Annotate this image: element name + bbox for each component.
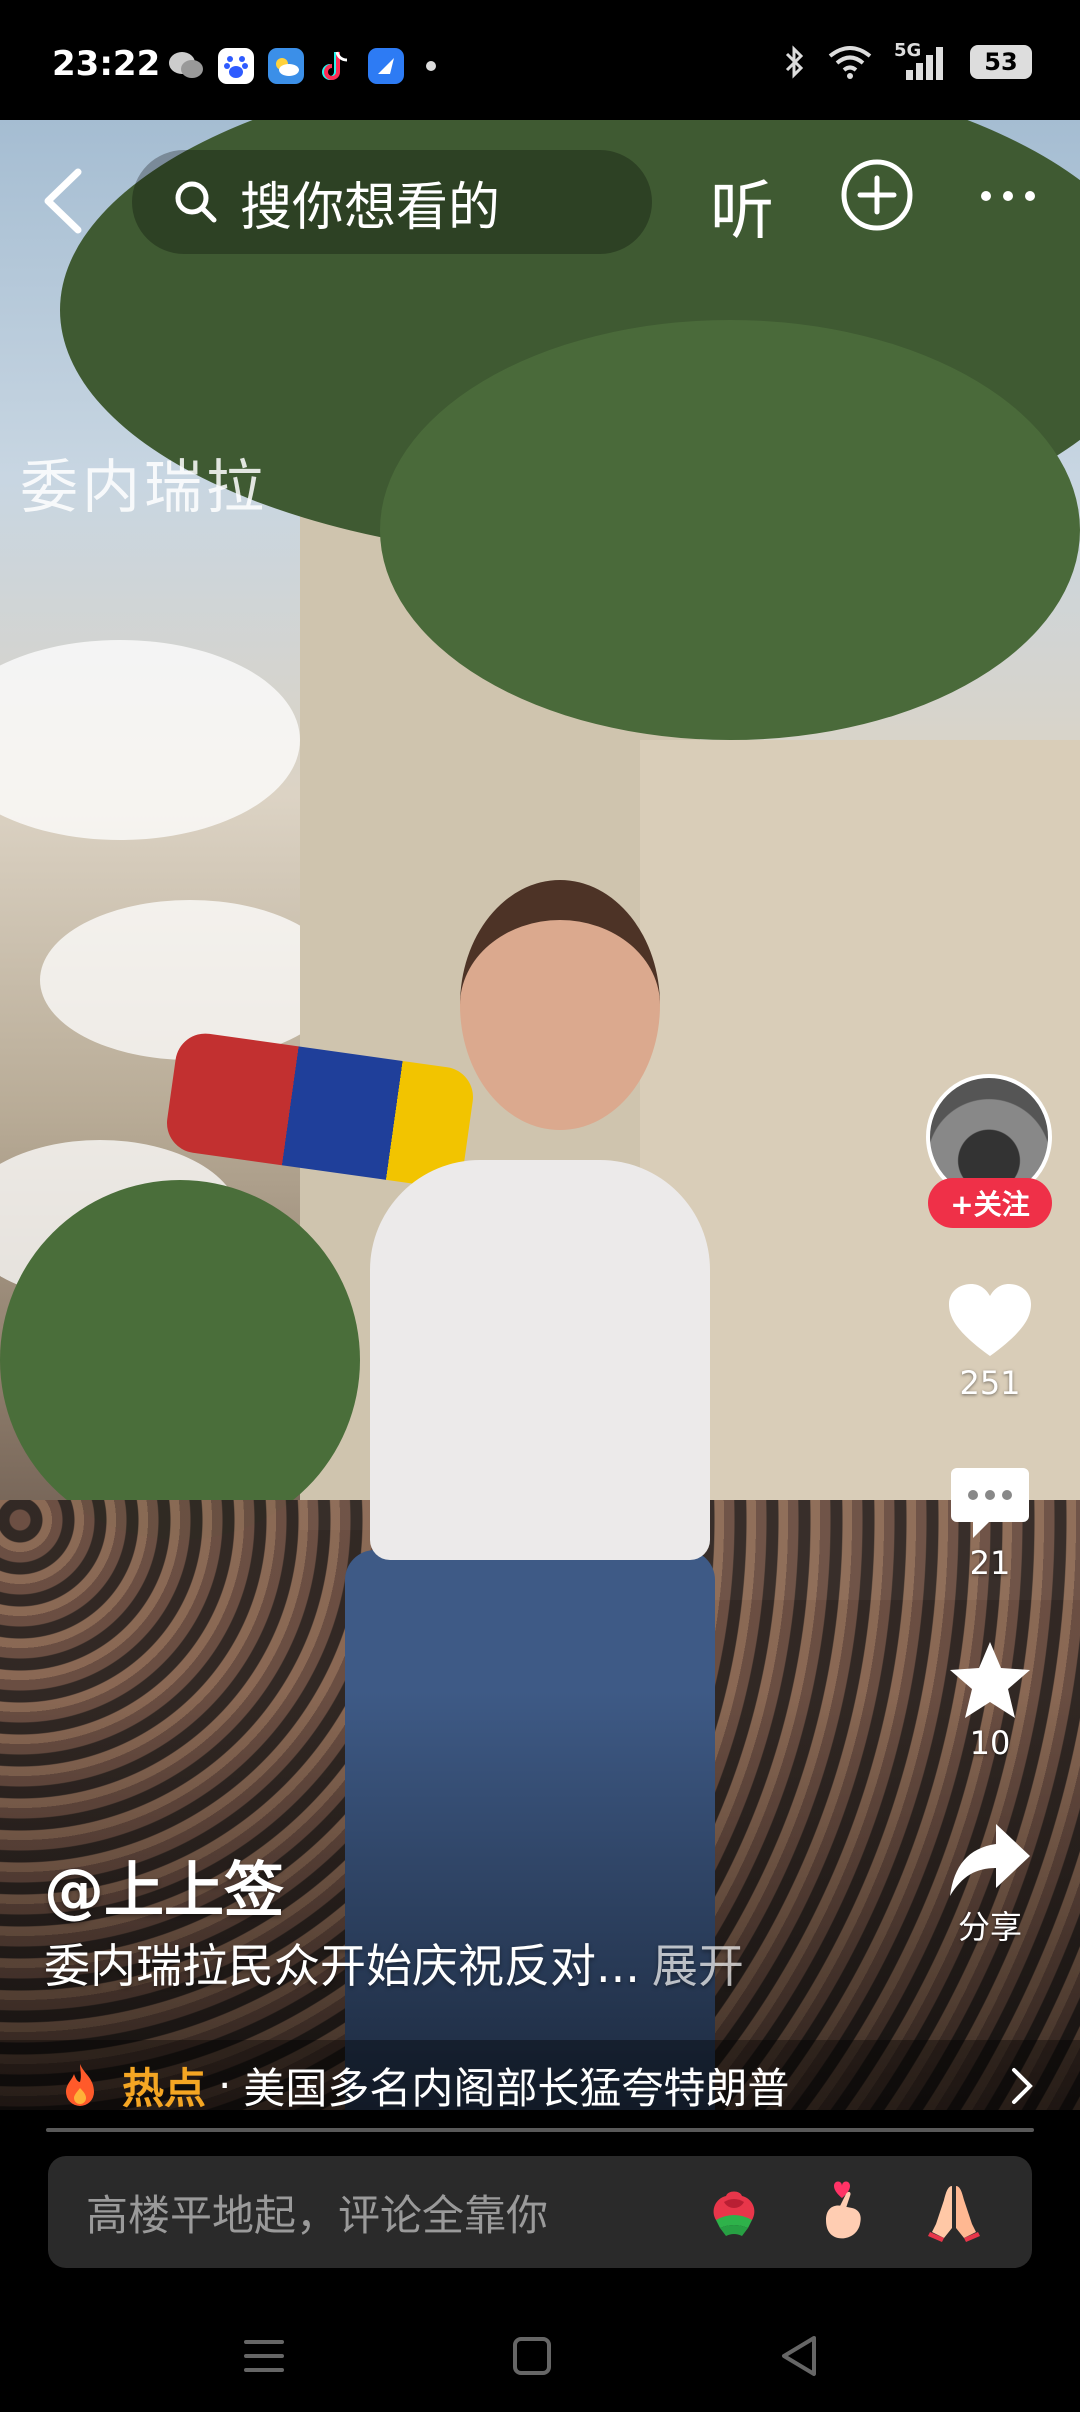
more-notifications-dot [426, 61, 436, 71]
hot-separator: · [218, 2060, 232, 2110]
status-bar: 23:22 5G 53 [0, 0, 1080, 120]
description-text: 委内瑞拉民众开始庆祝反对... [44, 1939, 640, 1993]
star-icon [950, 1642, 1030, 1718]
author-name[interactable]: @上上签 [44, 1842, 284, 1929]
heart-icon [949, 1284, 1031, 1356]
tree-foliage [380, 320, 1080, 740]
add-circle-icon[interactable] [840, 158, 914, 232]
cloud [40, 900, 340, 1060]
comment-button[interactable]: 21 [920, 1466, 1060, 1582]
search-icon [175, 181, 217, 223]
menu-icon[interactable] [234, 2326, 294, 2386]
post-description[interactable]: 委内瑞拉民众开始庆祝反对... 展开 [44, 1930, 744, 1996]
status-app-icons [168, 48, 436, 84]
hot-topic-bar[interactable]: 热点 · 美国多名内阁部长猛夸特朗普 [0, 2040, 1080, 2130]
follow-button[interactable]: +关注 [928, 1178, 1052, 1228]
tree-foliage [0, 1180, 360, 1540]
favorite-count: 10 [969, 1724, 1011, 1762]
finger-heart-emoji[interactable] [812, 2180, 876, 2244]
browser-icon [368, 48, 404, 84]
comment-icon [951, 1468, 1029, 1538]
share-label: 分享 [957, 1908, 1022, 1946]
comment-placeholder: 高楼平地起，评论全靠你 [86, 2190, 549, 2240]
bluetooth-icon [785, 45, 804, 79]
favorite-button[interactable]: 10 [920, 1640, 1060, 1762]
more-icon[interactable] [978, 186, 1038, 206]
tiktok-icon [318, 48, 354, 84]
wifi-icon [828, 46, 872, 79]
back-nav-icon[interactable] [770, 2326, 830, 2386]
back-icon[interactable] [34, 166, 94, 236]
video-watermark: 委内瑞拉 [20, 453, 269, 521]
status-time: 23:22 [52, 44, 161, 84]
signal-icon [906, 47, 943, 80]
chevron-right-icon [1012, 2068, 1033, 2104]
video-progress-bar[interactable] [46, 2128, 1034, 2132]
rose-emoji[interactable] [702, 2180, 766, 2244]
search-placeholder: 搜你想看的 [240, 177, 501, 238]
battery-level: 53 [984, 48, 1018, 76]
expand-link[interactable]: 展开 [652, 1939, 744, 1993]
battery-icon: 53 [970, 45, 1032, 79]
person-head [460, 880, 660, 1130]
comment-input[interactable]: 高楼平地起，评论全靠你 [48, 2156, 1032, 2268]
comment-area: 高楼平地起，评论全靠你 [0, 2136, 1080, 2292]
cloud [0, 640, 300, 840]
search-bar[interactable]: 搜你想看的 [132, 150, 652, 254]
signal-indicator: 5G [894, 40, 950, 80]
baidu-icon [218, 48, 254, 84]
fire-icon [66, 2064, 94, 2106]
listen-button[interactable]: 听 [710, 160, 774, 252]
like-button[interactable]: 251 [920, 1282, 1060, 1402]
video-player[interactable]: 委内瑞拉 [0, 120, 1080, 2110]
weather-icon [268, 48, 304, 84]
share-arrow-icon [950, 1824, 1030, 1896]
status-indicators: 5G 53 [784, 40, 1032, 80]
hot-label: 热点 [122, 2063, 207, 2113]
person-shirt [370, 1160, 710, 1560]
system-nav-bar [0, 2292, 1080, 2412]
home-icon[interactable] [502, 2326, 562, 2386]
comment-count: 21 [969, 1544, 1011, 1582]
wechat-icon [168, 48, 204, 84]
praying-hands-emoji[interactable] [922, 2180, 986, 2244]
like-count: 251 [959, 1364, 1021, 1402]
share-button[interactable]: 分享 [920, 1822, 1060, 1948]
hot-topic-text: 美国多名内阁部长猛夸特朗普 [243, 2063, 790, 2113]
